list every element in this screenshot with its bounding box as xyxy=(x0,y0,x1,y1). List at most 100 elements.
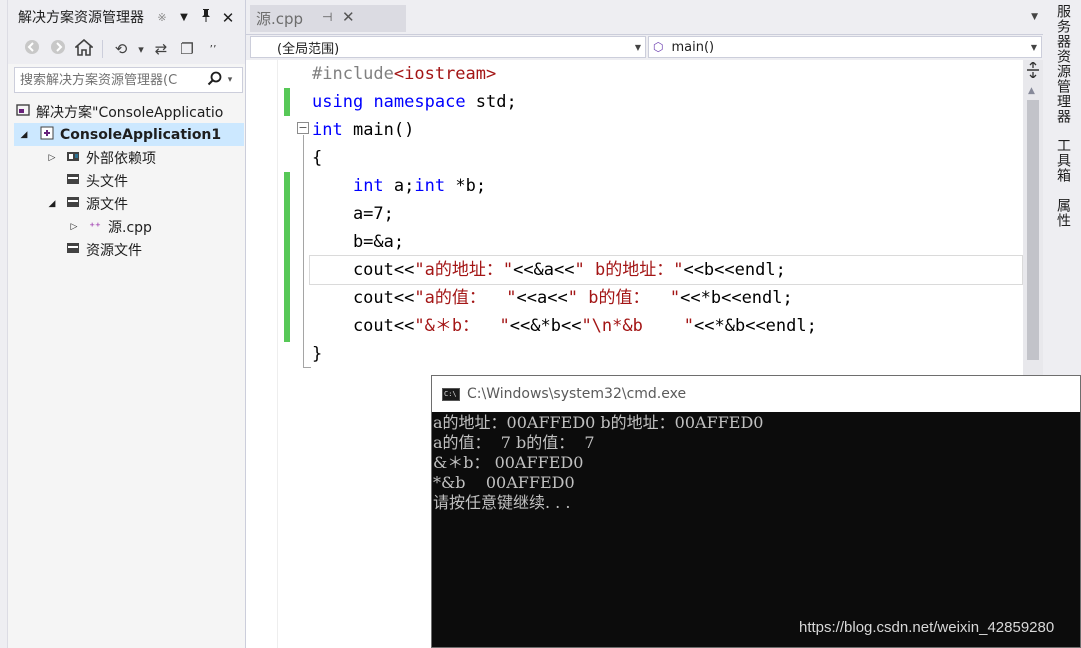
tab-close-icon[interactable]: ✕ xyxy=(342,8,355,26)
dock-tab-properties[interactable]: 属性 xyxy=(1049,198,1073,228)
method-icon: ⬡ xyxy=(653,40,664,54)
tree-item-external-dependencies[interactable]: ▷ 外部依赖项 xyxy=(14,146,244,169)
console-line: a的值： 7 b的值： 7 xyxy=(433,433,595,452)
member-dropdown[interactable]: ⬡ main() ▼ xyxy=(648,36,1042,58)
folder-filter-icon xyxy=(64,196,82,211)
history-dropdown-icon[interactable]: ▾ xyxy=(137,43,145,56)
solution-explorer-panel: 解决方案资源管理器 ※ ▼ ✕ ⟲ ▾ ⇄ ❐ ʼʼ ▾ xyxy=(0,0,246,648)
console-line: a的地址：00AFFED0 b的地址：00AFFED0 xyxy=(433,413,764,432)
close-icon[interactable]: ✕ xyxy=(221,10,235,26)
code-token: *b; xyxy=(445,176,487,196)
code-area: #include<iostream> using namespace std; … xyxy=(309,60,1023,368)
solution-search-input[interactable] xyxy=(15,69,205,91)
forward-icon[interactable] xyxy=(48,39,68,59)
code-token: "a的值： " xyxy=(414,288,517,308)
fold-toggle-icon[interactable]: − xyxy=(297,122,309,134)
code-line: { xyxy=(312,144,1022,172)
tree-item-label: 源文件 xyxy=(86,196,128,213)
history-icon[interactable]: ⟲ xyxy=(111,40,131,58)
tree-item-label: 解决方案"ConsoleApplicatio xyxy=(36,104,224,121)
solution-icon xyxy=(14,103,32,120)
code-line: int a;int *b; xyxy=(312,172,1022,200)
search-icon[interactable] xyxy=(205,71,223,90)
console-line: *&b 00AFFED0 xyxy=(433,473,575,492)
folder-filter-icon-svg xyxy=(67,174,79,184)
expanded-arrow-icon[interactable]: ◢ xyxy=(18,130,30,140)
watermark: https://blog.csdn.net/weixin_42859280 xyxy=(799,619,1055,636)
pin-icon[interactable] xyxy=(199,8,213,27)
code-token: using xyxy=(312,92,364,112)
code-token: <<*&b<<endl; xyxy=(694,316,817,336)
editor-margin xyxy=(252,60,278,648)
tree-item-header-files[interactable]: 头文件 xyxy=(14,169,244,192)
dock-tab-toolbox[interactable]: 工具箱 xyxy=(1049,138,1073,183)
project-icon-svg xyxy=(40,126,54,140)
code-token: <<*b<<endl; xyxy=(680,288,793,308)
solution-explorer-title: 解决方案资源管理器 xyxy=(18,10,144,26)
search-options-dropdown-icon[interactable]: ▾ xyxy=(223,75,237,85)
code-token: int xyxy=(352,176,384,196)
folder-filter-icon xyxy=(64,242,82,257)
folder-filter-icon xyxy=(64,173,82,188)
tree-item-source-files[interactable]: ◢ 源文件 xyxy=(14,192,244,215)
sync-icon[interactable]: ⇄ xyxy=(151,40,171,58)
scroll-thumb[interactable] xyxy=(1027,100,1039,360)
collapsed-arrow-icon[interactable]: ▷ xyxy=(46,153,58,163)
code-line: int main() xyxy=(312,116,1022,144)
code-line: } xyxy=(312,340,1022,368)
folder-filter-icon-svg xyxy=(67,197,79,207)
split-window-icon[interactable] xyxy=(1026,61,1040,82)
code-token: "\n*&b " xyxy=(581,316,695,336)
project-icon xyxy=(38,126,56,143)
pin-icon-svg xyxy=(202,9,210,22)
code-token: cout<< xyxy=(312,316,415,336)
solution-icon-svg xyxy=(16,104,30,116)
scope-value: (全局范围) xyxy=(277,41,340,57)
code-token: cout<< xyxy=(312,260,415,280)
editor-tab-strip: 源.cpp ⊣ ✕ ▼ xyxy=(246,0,1046,34)
console-window[interactable]: C:\ C:\Windows\system32\cmd.exe a的地址：00A… xyxy=(431,375,1081,648)
code-token: <iostream> xyxy=(393,64,497,84)
console-titlebar[interactable]: C:\ C:\Windows\system32\cmd.exe xyxy=(432,376,1080,412)
code-line: cout<<"a的值： "<<a<<" b的值： "<<*b<<endl; xyxy=(312,284,1022,312)
tree-item-resource-files[interactable]: 资源文件 xyxy=(14,238,244,261)
code-token: "a的地址：" xyxy=(414,260,514,280)
code-token: " b的值： " xyxy=(567,288,681,308)
tab-overflow-dropdown-icon[interactable]: ▼ xyxy=(1031,12,1038,22)
code-line: b=&a; xyxy=(312,228,1022,256)
tree-item-project[interactable]: ◢ ConsoleApplication1 xyxy=(14,123,244,146)
scroll-up-icon[interactable]: ▲ xyxy=(1028,86,1035,96)
code-token: main() xyxy=(342,120,415,140)
collapse-all-icon[interactable]: ❐ xyxy=(177,40,197,58)
expanded-arrow-icon[interactable]: ◢ xyxy=(46,199,58,209)
code-token: int xyxy=(312,120,343,140)
tree-item-solution[interactable]: 解决方案"ConsoleApplicatio xyxy=(14,100,244,123)
window-menu-dropdown-icon[interactable]: ▼ xyxy=(177,10,191,26)
home-icon[interactable] xyxy=(73,38,95,60)
tree-item-label: ConsoleApplication1 xyxy=(60,126,222,143)
tree-item-source-cpp[interactable]: ▷ ⁺⁺ 源.cpp xyxy=(14,215,244,238)
code-token: std; xyxy=(465,92,517,112)
dock-tab-server-explorer[interactable]: 服务器资源管理器 xyxy=(1049,4,1073,124)
folder-filter-icon-svg xyxy=(67,243,79,253)
code-line: a=7; xyxy=(312,200,1022,228)
auto-hide-icon[interactable]: ※ xyxy=(155,10,169,26)
tab-pin-icon[interactable]: ⊣ xyxy=(322,10,332,24)
toolbar-overflow-icon[interactable]: ʼʼ xyxy=(203,43,223,56)
code-token: "&＊b： " xyxy=(414,316,510,336)
toolbar-separator xyxy=(102,40,103,58)
scope-dropdown[interactable]: (全局范围) ▼ xyxy=(250,36,646,58)
code-token: a; xyxy=(383,176,415,196)
split-window-icon-svg xyxy=(1027,61,1039,79)
external-dependencies-icon xyxy=(64,150,82,166)
tree-item-label: 源.cpp xyxy=(108,219,152,236)
collapsed-arrow-icon[interactable]: ▷ xyxy=(68,222,80,232)
solution-search-box: ▾ xyxy=(14,67,243,93)
tab-source-cpp[interactable]: 源.cpp ⊣ ✕ xyxy=(250,5,406,32)
back-icon[interactable] xyxy=(22,39,42,59)
code-token: <<&a<< xyxy=(513,260,575,280)
tree-item-label: 外部依赖项 xyxy=(86,150,156,167)
home-icon-svg xyxy=(73,38,95,56)
forward-icon-svg xyxy=(51,40,65,54)
chevron-down-icon: ▼ xyxy=(1030,43,1037,52)
